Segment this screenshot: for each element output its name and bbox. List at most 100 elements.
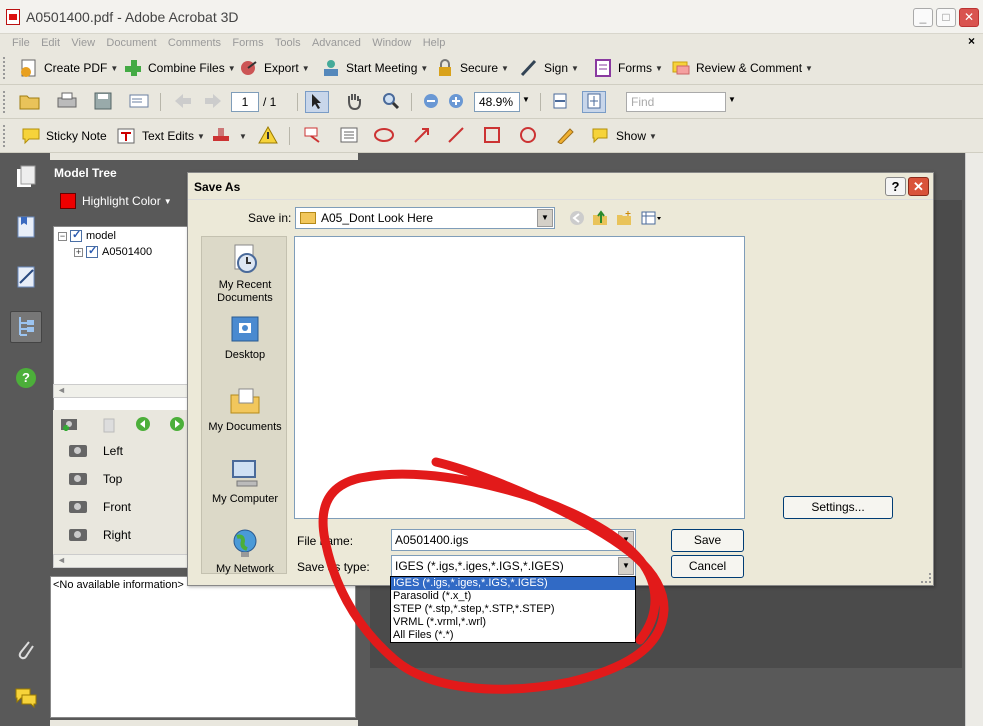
- menu-window[interactable]: Window: [368, 36, 415, 50]
- view-item-top[interactable]: Top: [69, 472, 122, 486]
- maximize-button[interactable]: □: [936, 8, 956, 27]
- create-pdf-button[interactable]: Create PDF ▼: [18, 57, 118, 79]
- dialog-close-button[interactable]: ✕: [908, 177, 929, 196]
- page-number-input[interactable]: 1: [231, 92, 259, 112]
- save-in-select[interactable]: A05_Dont Look Here ▼: [295, 207, 555, 229]
- menu-tools[interactable]: Tools: [271, 36, 305, 50]
- fit-page-button[interactable]: [582, 91, 606, 113]
- menu-comments[interactable]: Comments: [164, 36, 225, 50]
- fit-width-button[interactable]: [548, 91, 572, 113]
- dropdown-option-all-files[interactable]: All Files (*.*): [391, 629, 635, 642]
- views-horizontal-scrollbar[interactable]: ◄: [53, 554, 191, 568]
- sticky-note-button[interactable]: Sticky Note: [20, 125, 107, 147]
- oval-tool-button[interactable]: [516, 125, 540, 147]
- stamp-button[interactable]: ▼: [210, 125, 247, 147]
- toolbar-grip[interactable]: [3, 91, 7, 113]
- review-comment-button[interactable]: Review & Comment ▼: [670, 57, 813, 79]
- up-folder-icon[interactable]: [591, 209, 609, 227]
- view-item-left[interactable]: Left: [69, 444, 123, 458]
- chevron-down-icon[interactable]: ▼: [618, 557, 634, 575]
- zoom-dropdown-arrow[interactable]: ▼: [522, 95, 530, 104]
- forms-button[interactable]: Forms ▼: [592, 57, 663, 79]
- dialog-help-button[interactable]: ?: [885, 177, 906, 196]
- arrow-tool-button[interactable]: [410, 125, 434, 147]
- callout-button[interactable]: [301, 125, 325, 147]
- next-view-icon[interactable]: [169, 416, 185, 435]
- attachments-button[interactable]: [10, 635, 42, 667]
- toolbar-grip[interactable]: [3, 125, 7, 147]
- hand-tool-button[interactable]: [342, 91, 366, 113]
- menu-forms[interactable]: Forms: [228, 36, 267, 50]
- cloud-button[interactable]: [372, 125, 396, 147]
- pencil-tool-button[interactable]: [553, 125, 577, 147]
- save-button[interactable]: [91, 91, 115, 113]
- open-button[interactable]: [18, 91, 42, 113]
- file-name-input[interactable]: A0501400.igs ▼: [391, 529, 636, 551]
- minimize-button[interactable]: _: [913, 8, 933, 27]
- previous-page-button[interactable]: [171, 91, 195, 113]
- place-my-documents[interactable]: My Documents: [202, 385, 288, 434]
- vertical-scrollbar[interactable]: [965, 153, 983, 726]
- chevron-down-icon[interactable]: ▼: [618, 531, 634, 549]
- dropdown-option-step[interactable]: STEP (*.stp,*.step,*.STP,*.STEP): [391, 603, 635, 616]
- visibility-checkbox[interactable]: [70, 228, 82, 242]
- zoom-in-button[interactable]: [444, 91, 468, 113]
- visibility-checkbox[interactable]: [86, 244, 98, 258]
- settings-button[interactable]: Settings...: [783, 496, 893, 519]
- toolbar-grip[interactable]: [3, 57, 7, 79]
- tree-node-model[interactable]: − model: [58, 228, 116, 242]
- pages-button[interactable]: [10, 163, 42, 195]
- file-list[interactable]: [294, 236, 745, 519]
- chevron-down-icon[interactable]: ▼: [537, 209, 553, 227]
- menu-edit[interactable]: Edit: [37, 36, 64, 50]
- show-button[interactable]: Show ▼: [590, 125, 657, 147]
- secure-button[interactable]: Secure ▼: [434, 57, 509, 79]
- menu-document[interactable]: Document: [102, 36, 160, 50]
- zoom-tool-button[interactable]: [379, 91, 403, 113]
- export-button[interactable]: Export ▼: [238, 57, 310, 79]
- bookmarks-button[interactable]: [10, 213, 42, 245]
- signatures-button[interactable]: [10, 263, 42, 295]
- place-my-network[interactable]: My Network: [202, 527, 288, 576]
- new-folder-icon[interactable]: [615, 209, 633, 227]
- dropdown-option-parasolid[interactable]: Parasolid (*.x_t): [391, 590, 635, 603]
- collapse-icon[interactable]: −: [58, 231, 67, 241]
- combine-files-button[interactable]: Combine Files ▼: [122, 57, 236, 79]
- view-menu-icon[interactable]: [640, 209, 664, 227]
- rectangle-tool-button[interactable]: [480, 125, 504, 147]
- print-button[interactable]: [55, 91, 79, 113]
- next-page-button[interactable]: [201, 91, 225, 113]
- email-button[interactable]: [127, 91, 151, 113]
- help-button[interactable]: ?: [10, 363, 42, 395]
- place-desktop[interactable]: Desktop: [202, 313, 288, 362]
- sign-button[interactable]: Sign ▼: [518, 57, 579, 79]
- text-edits-button[interactable]: Text Edits ▼: [116, 125, 205, 147]
- select-tool-button[interactable]: [305, 91, 329, 113]
- start-meeting-button[interactable]: Start Meeting ▼: [320, 57, 428, 79]
- find-dropdown-arrow[interactable]: ▼: [728, 95, 736, 104]
- menu-advanced[interactable]: Advanced: [308, 36, 365, 50]
- place-my-computer[interactable]: My Computer: [202, 457, 288, 506]
- comments-panel-button[interactable]: [10, 683, 42, 715]
- find-input[interactable]: Find: [626, 92, 726, 112]
- resize-grip[interactable]: [921, 573, 931, 583]
- dropdown-option-vrml[interactable]: VRML (*.vrml,*.wrl): [391, 616, 635, 629]
- menu-view[interactable]: View: [67, 36, 99, 50]
- tree-node-a0501400[interactable]: + A0501400: [74, 244, 152, 258]
- menu-help[interactable]: Help: [419, 36, 450, 50]
- close-document-button[interactable]: ×: [968, 34, 975, 48]
- zoom-level-input[interactable]: 48.9%: [474, 92, 520, 112]
- previous-view-icon[interactable]: [135, 416, 151, 435]
- model-tree-button[interactable]: [10, 311, 42, 343]
- text-box-button[interactable]: [337, 125, 361, 147]
- dialog-save-button[interactable]: Save: [671, 529, 744, 552]
- view-item-right[interactable]: Right: [69, 528, 131, 542]
- add-view-icon[interactable]: [59, 414, 81, 437]
- horizontal-scrollbar[interactable]: ◄: [53, 384, 191, 398]
- save-as-type-select[interactable]: IGES (*.igs,*.iges,*.IGS,*.IGES) ▼: [391, 555, 636, 577]
- close-window-button[interactable]: ✕: [959, 8, 979, 27]
- highlight-button[interactable]: [256, 125, 280, 147]
- zoom-out-button[interactable]: [419, 91, 443, 113]
- dialog-cancel-button[interactable]: Cancel: [671, 555, 744, 578]
- menu-file[interactable]: File: [8, 36, 34, 50]
